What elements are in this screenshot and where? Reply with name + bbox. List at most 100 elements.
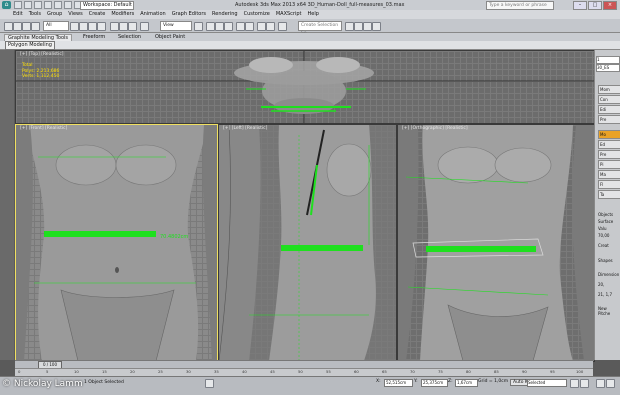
viewport-front[interactable]: 70.4802cm [+] [Front] [Realistic] <box>15 124 218 362</box>
menu-maxscript[interactable]: MAXScript <box>273 10 305 19</box>
cp-dimension-label: Dimension <box>598 272 620 277</box>
redo-icon[interactable] <box>54 1 62 9</box>
menu-help[interactable]: Help <box>305 10 322 19</box>
window-controls: – □ × <box>572 1 617 10</box>
mirror-icon[interactable] <box>236 22 245 31</box>
angle-snap-icon[interactable] <box>215 22 224 31</box>
maximize-icon[interactable]: □ <box>588 1 602 10</box>
menu-create[interactable]: Create <box>86 10 109 19</box>
viewport-label[interactable]: [+] [Orthographic] [Realistic] <box>402 126 468 131</box>
rectangle-selection-icon[interactable] <box>88 22 97 31</box>
x-label: X: <box>376 379 381 384</box>
tab-object-paint[interactable]: Object Paint <box>152 34 188 41</box>
menu-animation[interactable]: Animation <box>137 10 169 19</box>
waist-dimension-label: 70.4802cm <box>160 234 188 240</box>
tick-label: 65 <box>382 369 387 374</box>
undo-icon[interactable] <box>44 1 52 9</box>
menu-graph-editors[interactable]: Graph Editors <box>169 10 209 19</box>
render-icon[interactable] <box>372 22 381 31</box>
x-coordinate-field[interactable]: 52,515cm <box>384 379 413 387</box>
menu-views[interactable]: Views <box>65 10 85 19</box>
snap-icon[interactable] <box>206 22 215 31</box>
tick-label: 35 <box>214 369 219 374</box>
material-editor-icon[interactable] <box>345 22 354 31</box>
zoom-extents-icon[interactable] <box>596 379 605 388</box>
next-frame-icon[interactable] <box>580 379 589 388</box>
tick-label: 45 <box>270 369 275 374</box>
viewport-label[interactable]: [+] [Left] [Realistic] <box>223 126 267 131</box>
tick-label: 15 <box>102 369 107 374</box>
cp-button-10[interactable]: Ta <box>598 190 620 199</box>
app-logo-icon[interactable]: ⌂ <box>2 1 11 9</box>
object-name-field[interactable]: 1 <box>596 56 620 64</box>
menu-tools[interactable]: Tools <box>26 10 44 19</box>
play-icon[interactable] <box>570 379 579 388</box>
object-name-input[interactable]: 30_ES <box>596 64 620 72</box>
cp-button-2[interactable]: Con <box>598 95 620 104</box>
select-object-icon[interactable] <box>70 22 79 31</box>
tick-label: 40 <box>242 369 247 374</box>
pivot-center-icon[interactable] <box>194 22 203 31</box>
tick-label: 70 <box>410 369 415 374</box>
tab-selection[interactable]: Selection <box>115 34 144 41</box>
percent-snap-icon[interactable] <box>224 22 233 31</box>
cp-button-5[interactable]: Ed <box>598 140 620 149</box>
workspace-dropdown[interactable]: Workspace: Default <box>80 1 134 10</box>
viewport-orthographic[interactable]: [+] [Orthographic] [Realistic] <box>397 124 595 362</box>
lock-selection-icon[interactable] <box>205 379 214 388</box>
reference-coordinate-icon[interactable] <box>140 22 149 31</box>
search-input[interactable]: Type a keyword or phrase <box>486 1 554 10</box>
open-file-icon[interactable] <box>24 1 32 9</box>
menu-group[interactable]: Group <box>44 10 65 19</box>
menu-customize[interactable]: Customize <box>241 10 273 19</box>
cp-value-field[interactable]: 70,00 <box>598 233 609 238</box>
rendered-frame-icon[interactable] <box>363 22 372 31</box>
cp-dim-value-2: 21, 1,7 <box>598 292 612 297</box>
selection-set-input[interactable]: Create Selection Se <box>298 21 342 36</box>
project-folder-icon[interactable] <box>64 1 72 9</box>
selection-filter-dropdown[interactable]: All <box>43 21 69 31</box>
align-icon[interactable] <box>245 22 254 31</box>
menu-edit[interactable]: Edit <box>10 10 26 19</box>
curve-editor-icon[interactable] <box>266 22 275 31</box>
window-crossing-icon[interactable] <box>97 22 106 31</box>
redo-icon[interactable] <box>13 22 22 31</box>
scale-icon[interactable] <box>128 22 137 31</box>
schematic-view-icon[interactable] <box>278 22 287 31</box>
cp-button-1[interactable]: Mom <box>598 85 620 94</box>
cp-create-button[interactable]: Creat <box>598 243 609 248</box>
menu-rendering[interactable]: Rendering <box>209 10 241 19</box>
close-icon[interactable]: × <box>603 1 617 10</box>
cp-button-4[interactable]: Pre <box>598 115 620 124</box>
link-icon[interactable] <box>22 22 31 31</box>
cp-button-7[interactable]: Pi <box>598 160 620 169</box>
unlink-icon[interactable] <box>31 22 40 31</box>
layer-manager-icon[interactable] <box>257 22 266 31</box>
select-by-name-icon[interactable] <box>79 22 88 31</box>
new-file-icon[interactable] <box>14 1 22 9</box>
move-icon[interactable] <box>110 22 119 31</box>
cp-button-8[interactable]: Ma <box>598 170 620 179</box>
reference-coordinate-dropdown[interactable]: View <box>160 21 192 31</box>
minimize-icon[interactable]: – <box>573 1 587 10</box>
viewport-label[interactable]: [+] [Front] [Realistic] <box>20 126 67 131</box>
key-filter-dropdown[interactable]: Selected <box>527 379 567 387</box>
menu-modifiers[interactable]: Modifiers <box>108 10 137 19</box>
viewport-label[interactable]: [+] [Top] [Realistic] <box>20 52 64 57</box>
orbit-icon[interactable] <box>606 379 615 388</box>
z-coordinate-field[interactable]: 1,67cm <box>455 379 478 387</box>
rotate-icon[interactable] <box>119 22 128 31</box>
cp-button-active[interactable]: Mo <box>598 130 620 139</box>
cp-button-9[interactable]: Fl <box>598 180 620 189</box>
render-setup-icon[interactable] <box>354 22 363 31</box>
undo-icon[interactable] <box>4 22 13 31</box>
viewport-left[interactable]: [+] [Left] [Realistic] <box>218 124 397 362</box>
y-label: Y: <box>414 379 418 384</box>
y-coordinate-field[interactable]: 25,375cm <box>421 379 448 387</box>
polygon-modeling-button[interactable]: Polygon Modeling <box>5 41 55 50</box>
save-icon[interactable] <box>34 1 42 9</box>
cp-button-6[interactable]: Pre <box>598 150 620 159</box>
cp-button-3[interactable]: Edi <box>598 105 620 114</box>
viewport-top[interactable]: [+] [Top] [Realistic] Total Polys: 2,213… <box>15 50 595 124</box>
tab-freeform[interactable]: Freeform <box>80 34 108 41</box>
